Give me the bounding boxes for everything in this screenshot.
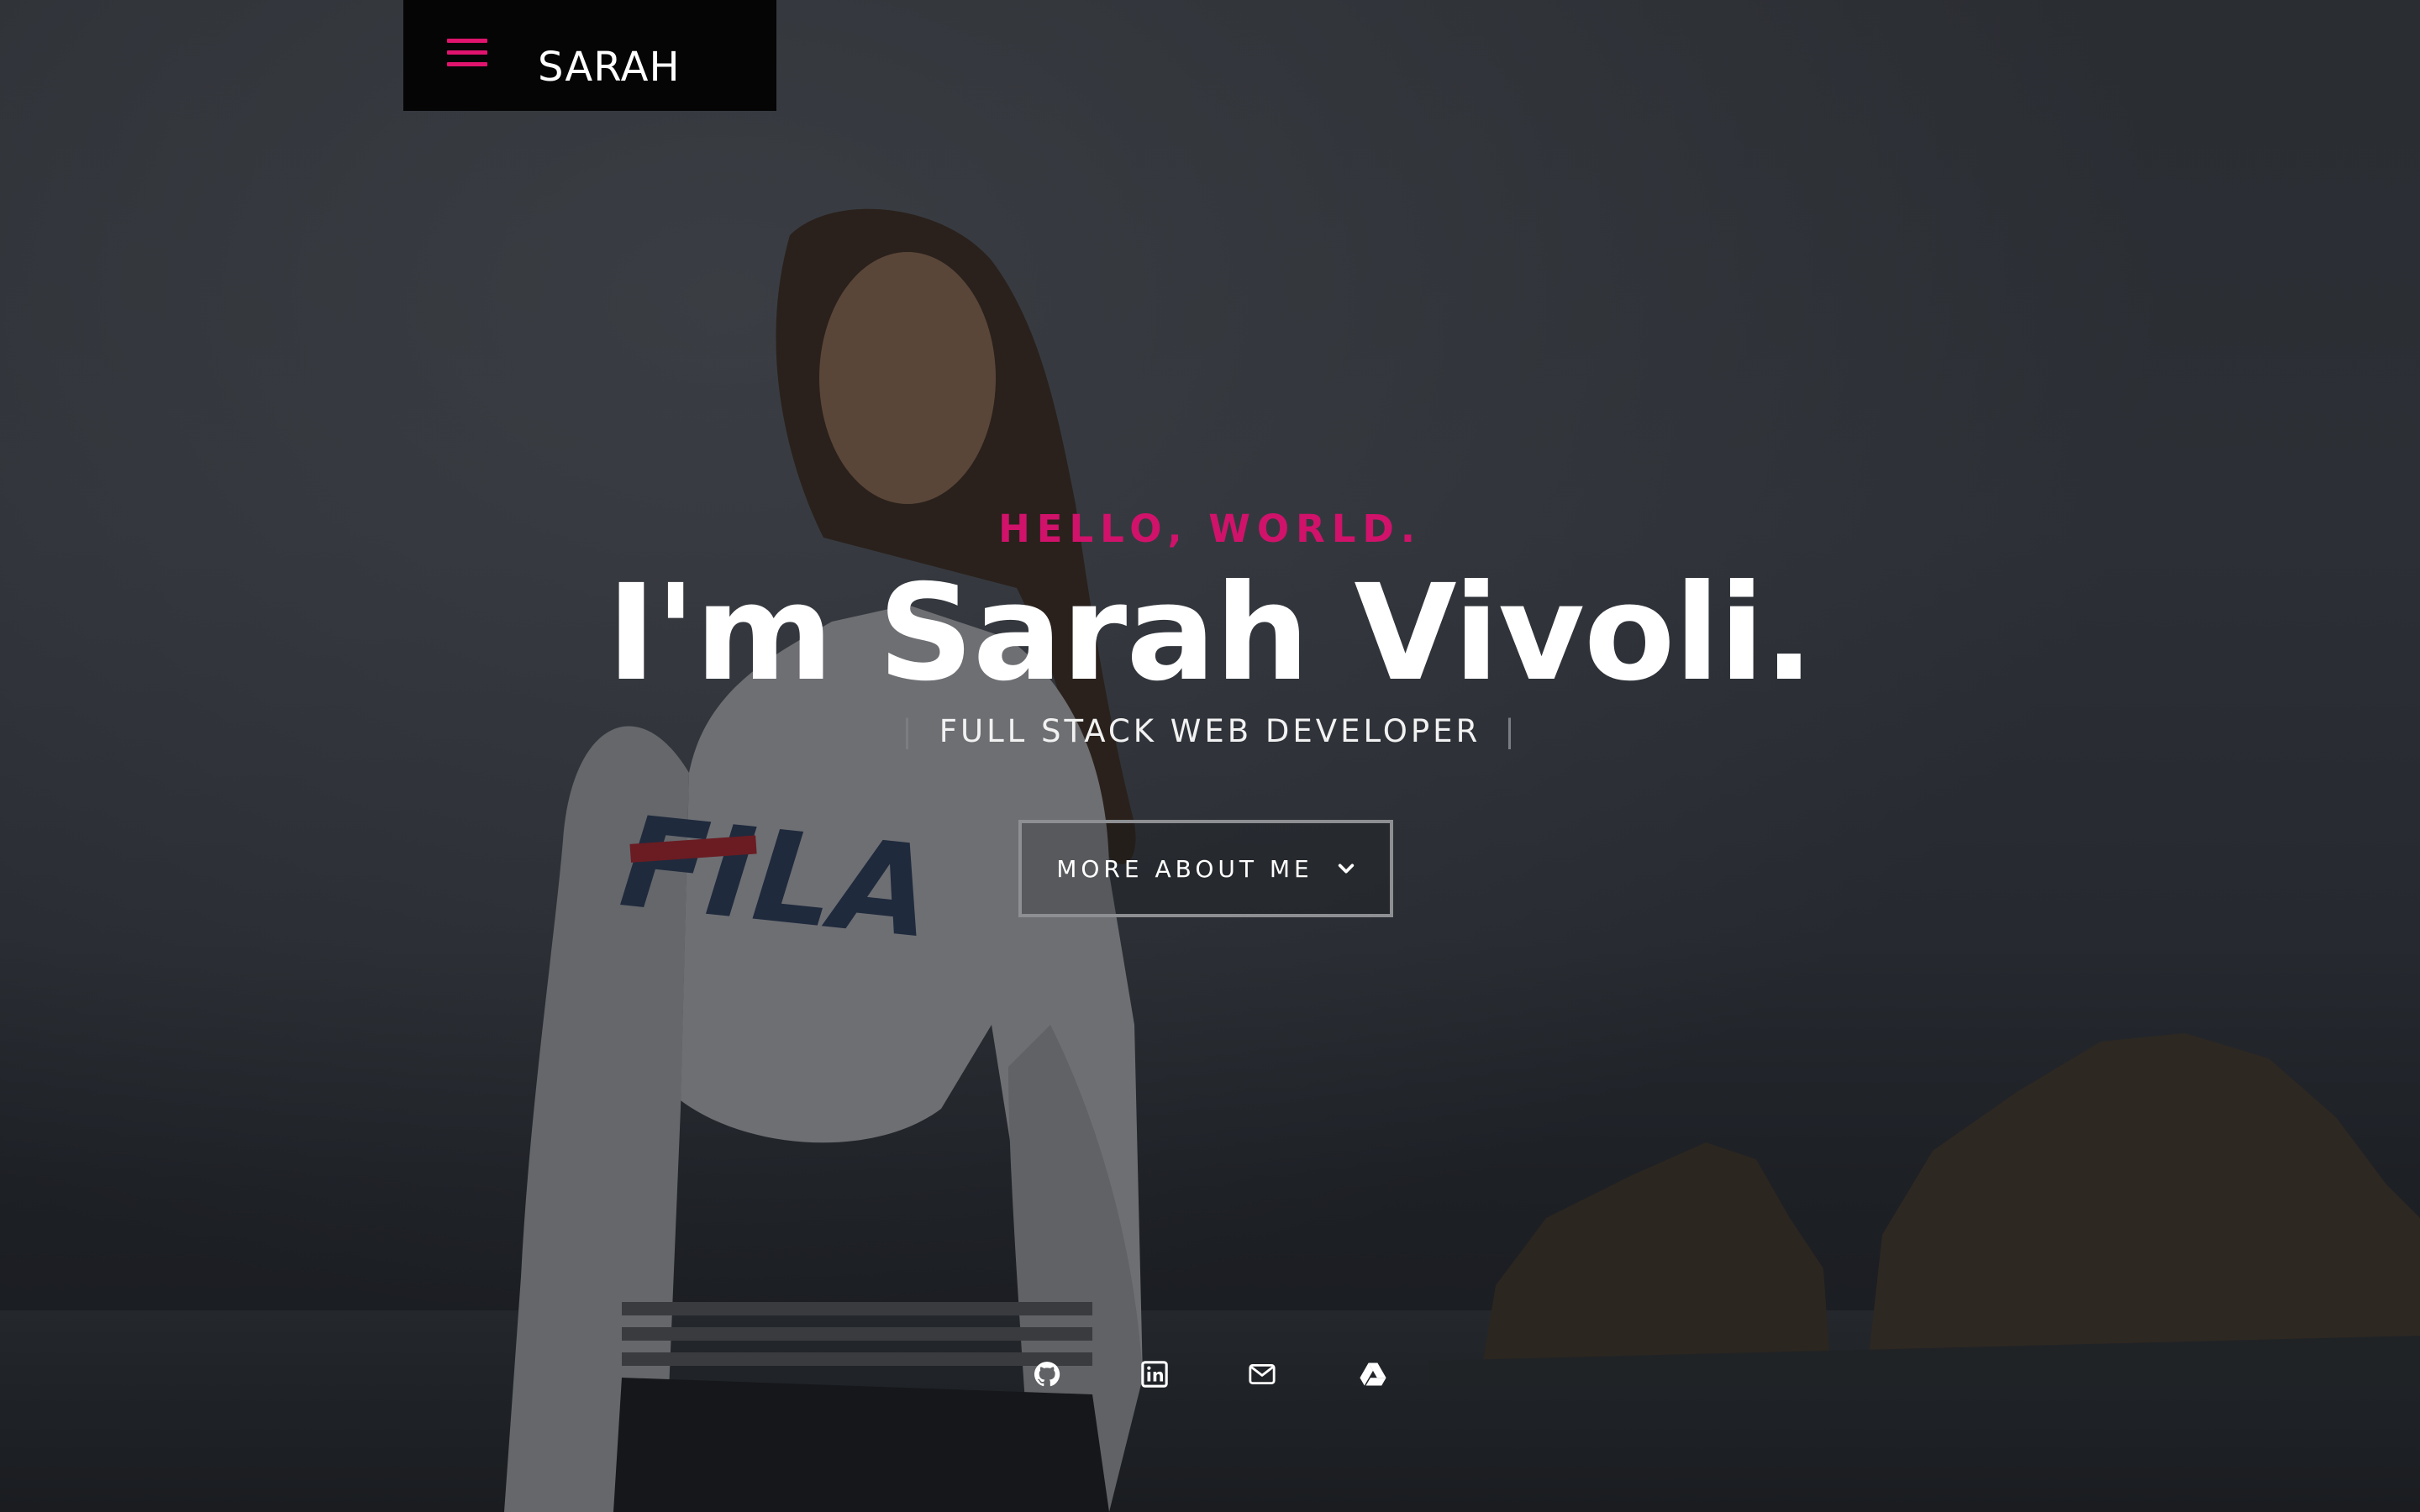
- chevron-down-icon: [1338, 864, 1354, 874]
- hero-heading: I'm Sarah Vivoli.: [607, 556, 1814, 711]
- svg-text:FILA: FILA: [614, 789, 939, 967]
- menu-bar: [447, 62, 487, 66]
- brand-name[interactable]: SARAH: [538, 37, 681, 97]
- hero-content: HELLO, WORLD. I'm Sarah Vivoli. | FULL ST…: [0, 504, 2420, 754]
- github-icon: [1034, 1362, 1060, 1387]
- linkedin-link[interactable]: [1133, 1352, 1176, 1396]
- hero-section: FILA SARAH HELLO, WORLD. I'm Sarah Vivol…: [0, 0, 2420, 1512]
- hero-role: FULL STACK WEB DEVELOPER: [939, 713, 1481, 749]
- menu-bar: [447, 50, 487, 55]
- hamburger-menu-icon[interactable]: [447, 35, 494, 76]
- background-rocks-image: [1428, 1033, 2420, 1386]
- google-drive-icon: [1360, 1362, 1386, 1386]
- role-separator-left: |: [902, 713, 916, 749]
- background-sea: [0, 1310, 2420, 1512]
- menu-bar: [447, 39, 487, 43]
- linkedin-icon: [1141, 1361, 1168, 1388]
- more-about-me-button[interactable]: MORE ABOUT ME: [1018, 820, 1393, 917]
- role-separator-right: |: [1504, 713, 1518, 749]
- social-links: [1008, 1352, 1412, 1396]
- more-about-me-label: MORE ABOUT ME: [1056, 854, 1313, 883]
- google-drive-link[interactable]: [1351, 1352, 1395, 1396]
- email-icon: [1249, 1363, 1276, 1385]
- hero-greeting: HELLO, WORLD.: [998, 507, 1422, 551]
- email-link[interactable]: [1240, 1352, 1284, 1396]
- hero-role-line: | FULL STACK WEB DEVELOPER |: [0, 709, 2420, 754]
- github-link[interactable]: [1025, 1352, 1069, 1396]
- brand-header: SARAH: [403, 0, 776, 111]
